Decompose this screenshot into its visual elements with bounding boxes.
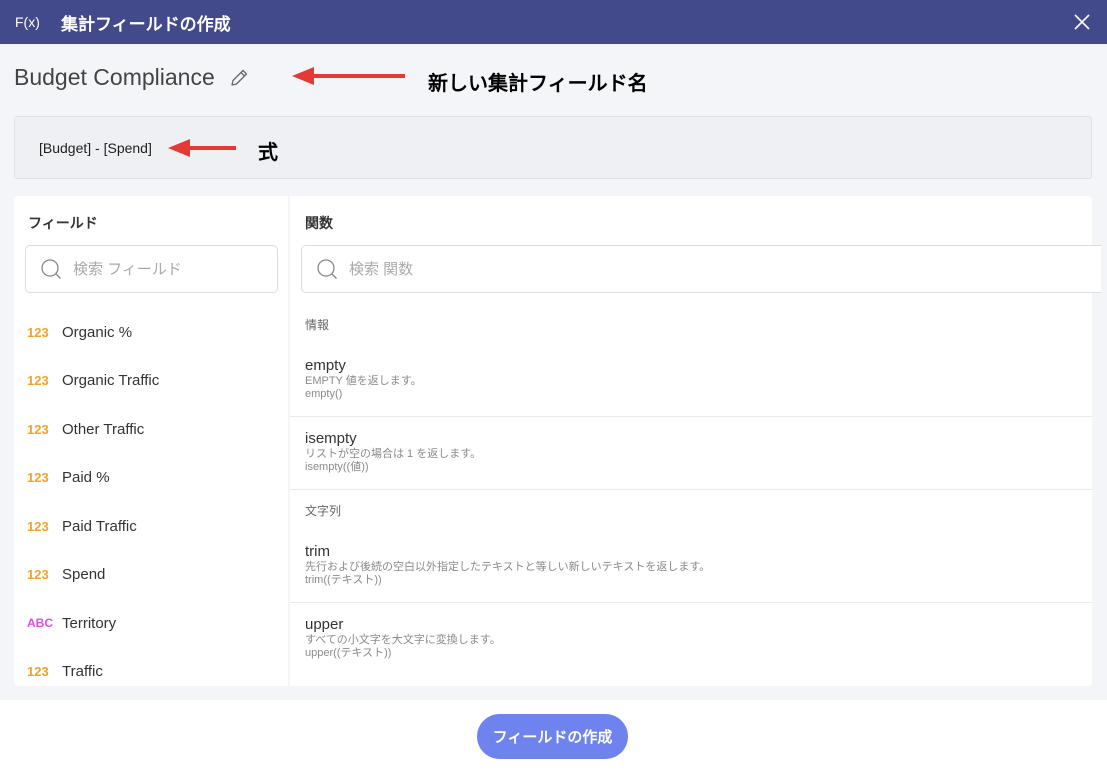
functions-search-input[interactable]: [349, 260, 539, 278]
function-name: upper: [305, 616, 344, 633]
number-type-icon: 123: [27, 567, 49, 583]
field-item-spend[interactable]: 123 Spend: [14, 551, 288, 600]
function-description: 先行および後続の空白以外指定したテキストと等しい新しいテキストを返します。: [305, 561, 711, 573]
annotation-label-formula: 式: [258, 142, 278, 164]
functions-panel: 関数 情報 empty EMPTY 値を返します。 empty() isempt…: [290, 196, 1101, 686]
fields-search-input[interactable]: [73, 260, 263, 278]
number-type-icon: 123: [27, 373, 49, 389]
field-item-organic-traffic[interactable]: 123 Organic Traffic: [14, 357, 288, 406]
field-label: Paid %: [62, 469, 110, 487]
field-item-other-traffic[interactable]: 123 Other Traffic: [14, 405, 288, 454]
annotation-arrow-name: [292, 67, 405, 85]
dialog-titlebar: F(x) 集計フィールドの作成: [0, 0, 1107, 44]
fields-header: フィールド: [28, 215, 98, 231]
annotation-label-name: 新しい集計フィールド名: [428, 73, 648, 95]
number-type-icon: 123: [27, 324, 49, 340]
dialog-title: 集計フィールドの作成: [61, 14, 231, 34]
function-description: リストが空の場合は 1 を返します。: [305, 448, 482, 460]
field-label: Organic Traffic: [62, 372, 160, 390]
field-label: Organic %: [62, 323, 133, 341]
field-label: Traffic: [62, 663, 103, 681]
field-list: 123 Organic % 123 Organic Traffic 123 Ot…: [14, 308, 288, 696]
field-name[interactable]: Budget Compliance: [14, 64, 215, 91]
function-syntax: upper((テキスト)): [305, 647, 392, 659]
field-label: Territory: [62, 614, 117, 632]
function-name: empty: [305, 357, 346, 374]
field-label: Spend: [62, 566, 106, 584]
number-type-icon: 123: [27, 470, 49, 486]
function-category: 情報: [305, 318, 330, 332]
number-type-icon: 123: [27, 664, 49, 680]
fields-search-box[interactable]: [25, 245, 278, 293]
function-description: すべての小文字を大文字に変換します。: [305, 634, 501, 646]
search-icon: [317, 259, 337, 279]
dialog-footer: フィールドの作成: [0, 700, 1107, 770]
function-category: 文字列: [305, 504, 342, 518]
field-item-organic-percent[interactable]: 123 Organic %: [14, 308, 288, 357]
function-description: EMPTY 値を返します。: [305, 375, 422, 387]
function-item-isempty[interactable]: isempty リストが空の場合は 1 を返します。 isempty((値)): [290, 417, 1092, 490]
close-icon[interactable]: [1069, 9, 1095, 35]
function-name: isempty: [305, 430, 357, 447]
fields-panel: フィールド 123 Organic % 123 Organic Traffic …: [14, 196, 288, 686]
annotation-arrow-formula: [168, 139, 236, 157]
function-list: 情報 empty EMPTY 値を返します。 empty() isempty リ…: [290, 304, 1092, 676]
function-item-trim[interactable]: trim 先行および後続の空白以外指定したテキストと等しい新しいテキストを返しま…: [290, 530, 1092, 603]
pencil-icon[interactable]: [228, 67, 250, 89]
field-item-paid-traffic[interactable]: 123 Paid Traffic: [14, 502, 288, 551]
field-label: Other Traffic: [62, 420, 145, 438]
functions-search-box[interactable]: [301, 245, 1101, 293]
number-type-icon: 123: [27, 421, 49, 437]
formula-expression[interactable]: [Budget] - [Spend]: [39, 140, 152, 156]
field-label: Paid Traffic: [62, 517, 137, 535]
create-field-button[interactable]: フィールドの作成: [477, 714, 628, 759]
field-name-row: Budget Compliance: [14, 64, 250, 91]
function-syntax: trim((テキスト)): [305, 574, 382, 586]
field-item-paid-percent[interactable]: 123 Paid %: [14, 454, 288, 503]
function-syntax: isempty((値)): [305, 461, 369, 473]
fx-icon: F(x): [15, 14, 40, 30]
number-type-icon: 123: [27, 518, 49, 534]
functions-header: 関数: [305, 215, 333, 231]
text-type-icon: ABC: [27, 616, 53, 631]
function-syntax: empty(): [305, 388, 343, 400]
function-item-upper[interactable]: upper すべての小文字を大文字に変換します。 upper((テキスト)): [290, 603, 1092, 676]
function-name: trim: [305, 543, 330, 560]
field-item-traffic[interactable]: 123 Traffic: [14, 648, 288, 697]
field-item-territory[interactable]: ABC Territory: [14, 599, 288, 648]
function-item-empty[interactable]: empty EMPTY 値を返します。 empty(): [290, 344, 1092, 417]
search-icon: [41, 259, 61, 279]
